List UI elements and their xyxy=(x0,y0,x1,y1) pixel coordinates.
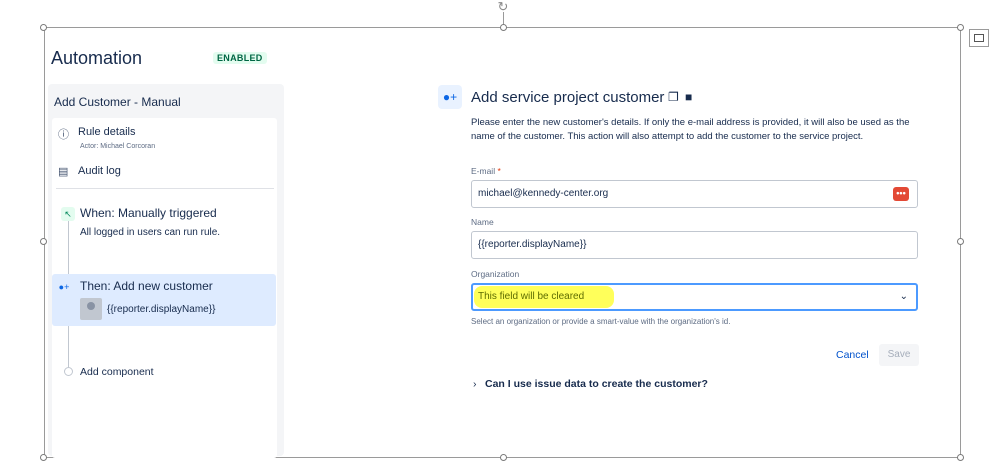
organization-label: Organization xyxy=(471,269,520,279)
copy-icon[interactable]: ❐ xyxy=(668,90,679,104)
resize-handle-bottom-left[interactable] xyxy=(40,454,47,461)
resize-handle-bottom-right[interactable] xyxy=(957,454,964,461)
organization-helper: Select an organization or provide a smar… xyxy=(471,317,731,326)
add-component-dot-icon xyxy=(64,367,73,376)
resize-handle-top-right[interactable] xyxy=(957,24,964,31)
action-step[interactable]: ●+ Then: Add new customer {{reporter.dis… xyxy=(52,274,276,326)
resize-handle-right[interactable] xyxy=(957,238,964,245)
action-step-value: {{reporter.displayName}} xyxy=(107,304,216,315)
add-component-link[interactable]: Add component xyxy=(80,366,154,378)
required-mark: * xyxy=(497,166,501,176)
action-panel-title: Add service project customer xyxy=(471,89,665,106)
smart-value-icon[interactable]: ••• xyxy=(893,187,909,201)
name-value: {{reporter.displayName}} xyxy=(478,239,587,250)
trash-icon[interactable]: ■ xyxy=(685,90,692,104)
add-user-icon: ●+ xyxy=(58,282,70,292)
page-title: Automation xyxy=(51,48,143,68)
name-label: Name xyxy=(471,217,494,227)
cursor-click-icon: ↖ xyxy=(61,207,75,221)
rotate-handle-icon[interactable]: ↻ xyxy=(496,0,510,14)
rule-name: Add Customer - Manual xyxy=(54,95,181,109)
email-field[interactable]: michael@kennedy-center.org ••• xyxy=(471,180,918,208)
resize-handle-top[interactable] xyxy=(500,24,507,31)
faq-toggle[interactable]: › Can I use issue data to create the cust… xyxy=(473,378,708,390)
sidebar-item-label: Audit log xyxy=(78,165,121,177)
screen: ↻ Automation ENABLED Add Customer - Manu… xyxy=(0,0,998,470)
email-label-text: E-mail xyxy=(471,166,496,176)
info-icon: ⓘ xyxy=(58,129,69,141)
avatar xyxy=(80,298,102,320)
sidebar-item-label: Rule details xyxy=(78,126,136,138)
email-value: michael@kennedy-center.org xyxy=(478,188,609,199)
chevron-down-icon[interactable]: ⌄ xyxy=(900,285,908,309)
faq-label: Can I use issue data to create the custo… xyxy=(485,378,708,390)
rule-actor: Actor: Michael Corcoran xyxy=(80,143,156,150)
rule-sidebar: Add Customer - Manual ⓘ Rule details Act… xyxy=(48,84,284,458)
action-description: Please enter the new customer's details.… xyxy=(471,117,910,142)
sidebar-item-audit-log[interactable]: ▤ Audit log xyxy=(58,165,121,178)
rule-card: ⓘ Rule details Actor: Michael Corcoran ▤… xyxy=(52,118,277,458)
trigger-description: All logged in users can run rule. xyxy=(80,227,221,238)
email-label: E-mail * xyxy=(471,166,501,176)
organization-select[interactable]: This field will be cleared ⌄ xyxy=(471,283,918,311)
sidebar-item-rule-details[interactable]: ⓘ Rule details xyxy=(58,126,135,142)
action-step-title: Then: Add new customer xyxy=(80,279,213,293)
add-user-icon: ●+ xyxy=(438,85,462,109)
chevron-right-icon: › xyxy=(473,378,477,390)
trigger-step[interactable]: When: Manually triggered xyxy=(80,206,217,220)
status-badge: ENABLED xyxy=(213,52,267,64)
resize-handle-top-left[interactable] xyxy=(40,24,47,31)
resize-handle-bottom[interactable] xyxy=(500,454,507,461)
cancel-button[interactable]: Cancel xyxy=(836,349,869,361)
resize-handle-left[interactable] xyxy=(40,238,47,245)
document-icon: ▤ xyxy=(58,166,69,178)
layout-options-icon[interactable] xyxy=(969,29,989,47)
name-field[interactable]: {{reporter.displayName}} xyxy=(471,231,918,259)
divider xyxy=(56,188,274,189)
save-button[interactable]: Save xyxy=(879,344,919,366)
organization-value: This field will be cleared xyxy=(478,291,585,302)
